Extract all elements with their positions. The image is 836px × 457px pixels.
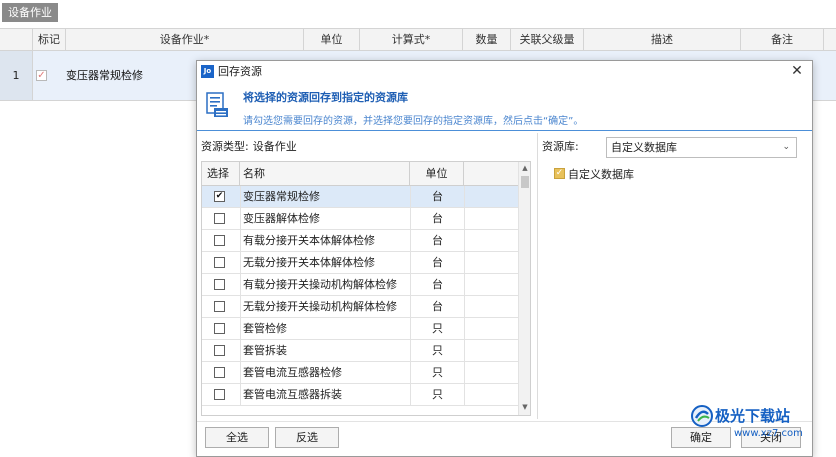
watermark: 极光下载站 www.xz7.com [690, 400, 836, 457]
item-unit: 台 [410, 296, 464, 318]
row-number: 1 [0, 51, 33, 100]
item-name: 有载分接开关本体解体检修 [240, 230, 410, 252]
item-checkbox[interactable] [214, 367, 225, 378]
grid-header-mark[interactable]: 标记 [33, 29, 66, 51]
list-item[interactable]: 套管检修 只 [202, 318, 518, 340]
item-name: 套管检修 [240, 318, 410, 340]
grid-header-unit[interactable]: 单位 [304, 29, 360, 51]
library-label: 资源库: [542, 140, 579, 153]
library-select[interactable]: 自定义数据库 ⌄ [606, 137, 797, 158]
item-name: 有载分接开关操动机构解体检修 [240, 274, 410, 296]
resource-list-header: 选择 名称 单位 [202, 162, 518, 186]
item-name: 无载分接开关本体解体检修 [240, 252, 410, 274]
list-item[interactable]: 变压器解体检修 台 [202, 208, 518, 230]
item-unit: 只 [410, 340, 464, 362]
watermark-text: 极光下载站 [715, 407, 791, 425]
item-unit: 只 [410, 362, 464, 384]
chevron-down-icon: ⌄ [782, 142, 790, 152]
scroll-down-icon[interactable]: ▼ [519, 403, 530, 413]
select-all-button[interactable]: 全选 [205, 427, 269, 448]
item-checkbox[interactable] [214, 213, 225, 224]
list-item[interactable]: 无载分接开关本体解体检修 台 [202, 252, 518, 274]
grid-header-rownum [0, 29, 33, 51]
resource-type-label: 资源类型: [201, 140, 249, 153]
banner-description: 请勾选您需要回存的资源，并选择您要回存的指定资源库，然后点击“确定”。 [243, 116, 584, 127]
dialog-title-bar: Jo 回存资源 ✕ [197, 61, 812, 83]
item-name: 变压器解体检修 [240, 208, 410, 230]
item-name: 套管拆装 [240, 340, 410, 362]
grid-header-formula[interactable]: 计算式* [360, 29, 463, 51]
item-name: 套管电流互感器检修 [240, 362, 410, 384]
item-unit: 台 [410, 186, 464, 208]
row-device-work-name[interactable]: 变压器常规检修 [66, 51, 143, 100]
grid-header-description[interactable]: 描述 [584, 29, 741, 51]
app-logo-icon: Jo [201, 65, 214, 78]
item-checkbox[interactable] [214, 279, 225, 290]
list-scrollbar[interactable]: ▲ ▼ [518, 162, 530, 415]
tab-bar: 设备作业 [0, 0, 836, 24]
item-unit: 台 [410, 208, 464, 230]
list-header-select[interactable]: 选择 [202, 162, 240, 185]
aurora-logo-icon [691, 405, 713, 427]
item-name: 套管电流互感器拆装 [240, 384, 410, 406]
item-unit: 只 [410, 318, 464, 340]
item-checkbox[interactable] [214, 345, 225, 356]
library-select-value: 自定义数据库 [611, 141, 677, 154]
item-checkbox[interactable] [214, 235, 225, 246]
item-checkbox[interactable] [214, 389, 225, 400]
list-item[interactable]: 套管电流互感器拆装 只 [202, 384, 518, 406]
list-item[interactable]: ✔ 变压器常规检修 台 [202, 186, 518, 208]
invert-selection-button[interactable]: 反选 [275, 427, 339, 448]
row-mark-checkbox[interactable]: ✓ [36, 70, 47, 81]
panel-divider [537, 133, 538, 419]
grid-header-remark[interactable]: 备注 [741, 29, 824, 51]
scroll-thumb[interactable] [521, 176, 529, 188]
item-checkbox[interactable] [214, 257, 225, 268]
document-icon [206, 92, 228, 117]
dialog-title: 回存资源 [218, 65, 262, 78]
grid-header-quantity[interactable]: 数量 [463, 29, 511, 51]
list-item[interactable]: 套管电流互感器检修 只 [202, 362, 518, 384]
close-icon[interactable]: ✕ [790, 62, 804, 80]
item-checkbox[interactable]: ✔ [214, 191, 225, 202]
list-item[interactable]: 有载分接开关本体解体检修 台 [202, 230, 518, 252]
save-resource-dialog: Jo 回存资源 ✕ 将选择的资源回存到指定的资源库 请勾选您需要回存的资源，并选… [196, 60, 813, 457]
grid-header-parent-qty[interactable]: 关联父级量 [511, 29, 584, 51]
dialog-banner: 将选择的资源回存到指定的资源库 请勾选您需要回存的资源，并选择您要回存的指定资源… [197, 83, 812, 131]
list-header-unit[interactable]: 单位 [410, 162, 464, 185]
grid-header-device-work[interactable]: 设备作业* [66, 29, 304, 51]
scroll-up-icon[interactable]: ▲ [519, 164, 530, 174]
item-checkbox[interactable] [214, 301, 225, 312]
resource-type-value: 设备作业 [252, 140, 297, 153]
item-unit: 台 [410, 274, 464, 296]
library-checkbox-label: 自定义数据库 [568, 168, 634, 181]
banner-title: 将选择的资源回存到指定的资源库 [243, 91, 408, 104]
item-checkbox[interactable] [214, 323, 225, 334]
tab-device-work[interactable]: 设备作业 [2, 3, 58, 22]
list-header-name[interactable]: 名称 [240, 162, 410, 185]
library-checkbox[interactable]: ✓ [554, 168, 565, 179]
item-unit: 台 [410, 230, 464, 252]
resource-list: 选择 名称 单位 ✔ 变压器常规检修 台 变压器解体检修 台 有载分接开关本体解… [201, 161, 531, 416]
item-unit: 台 [410, 252, 464, 274]
watermark-url: www.xz7.com [734, 428, 803, 439]
grid-header: 标记 设备作业* 单位 计算式* 数量 关联父级量 描述 备注 [0, 28, 836, 51]
item-name: 无载分接开关操动机构解体检修 [240, 296, 410, 318]
list-item[interactable]: 套管拆装 只 [202, 340, 518, 362]
list-item[interactable]: 有载分接开关操动机构解体检修 台 [202, 274, 518, 296]
resource-type: 资源类型: 设备作业 [201, 138, 297, 154]
list-item[interactable]: 无载分接开关操动机构解体检修 台 [202, 296, 518, 318]
item-name: 变压器常规检修 [240, 186, 410, 208]
item-unit: 只 [410, 384, 464, 406]
